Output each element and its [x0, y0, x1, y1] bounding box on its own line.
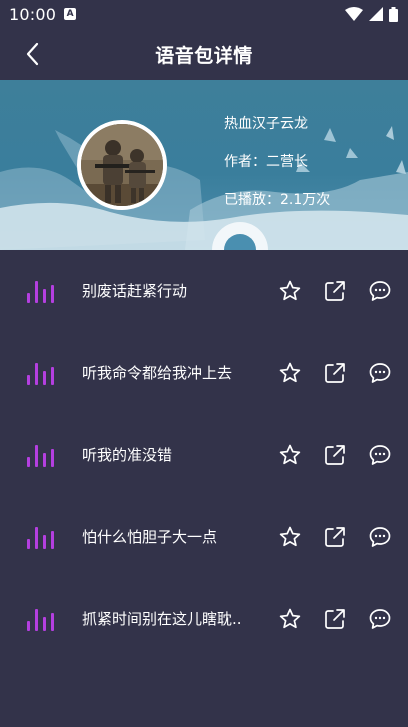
status-time: 10:00 [9, 4, 57, 24]
sound-wave-icon[interactable] [26, 361, 54, 385]
sound-wave-icon[interactable] [26, 525, 54, 549]
page-title: 语音包详情 [155, 44, 253, 67]
share-icon[interactable] [323, 361, 347, 385]
track-title: 听我命令都给我冲上去 [82, 364, 233, 382]
sound-wave-icon[interactable] [26, 279, 54, 303]
comment-icon[interactable] [368, 361, 392, 385]
track-row[interactable]: 听我命令都给我冲上去 [0, 332, 408, 414]
battery-icon [389, 6, 398, 22]
pack-avatar [77, 120, 167, 210]
star-icon[interactable] [278, 525, 302, 549]
star-icon[interactable] [278, 361, 302, 385]
share-icon[interactable] [323, 525, 347, 549]
pack-author: 作者：二营长 [224, 154, 308, 170]
status-bar: 10:00 A [0, 0, 408, 28]
status-left: 10:00 A [9, 4, 77, 24]
app-bar: 语音包详情 [0, 28, 408, 80]
pack-header: 热血汉子云龙 作者：二营长 已播放：2.1万次 [0, 80, 408, 250]
star-icon[interactable] [278, 279, 302, 303]
chevron-left-icon [26, 42, 39, 66]
comment-icon[interactable] [368, 607, 392, 631]
notification-icon: A [64, 8, 77, 20]
track-title: 抓紧时间别在这儿瞎耽.. [82, 610, 242, 628]
signal-icon [369, 7, 383, 21]
sound-wave-icon[interactable] [26, 443, 54, 467]
pack-name: 热血汉子云龙 [224, 116, 308, 132]
track-title: 怕什么怕胆子大一点 [82, 528, 218, 546]
star-icon[interactable] [278, 443, 302, 467]
share-icon[interactable] [323, 607, 347, 631]
track-row[interactable]: 别废话赶紧行动 [0, 250, 408, 332]
header-background-art [0, 126, 408, 250]
share-icon[interactable] [323, 279, 347, 303]
status-right [345, 6, 398, 22]
pack-info: 热血汉子云龙 作者：二营长 已播放：2.1万次 [224, 114, 330, 228]
comment-icon[interactable] [368, 525, 392, 549]
track-list: 别废话赶紧行动 听我命令都给我冲上去 听我的准没错 怕什么怕胆子大一点 抓紧时间… [0, 250, 408, 660]
sound-wave-icon[interactable] [26, 607, 54, 631]
track-title: 别废话赶紧行动 [82, 282, 188, 300]
track-row[interactable]: 抓紧时间别在这儿瞎耽.. [0, 578, 408, 660]
soldiers-image-icon [81, 124, 163, 206]
comment-icon[interactable] [368, 279, 392, 303]
comment-icon[interactable] [368, 443, 392, 467]
pack-plays: 已播放：2.1万次 [224, 192, 331, 208]
wifi-icon [345, 7, 363, 21]
track-row[interactable]: 怕什么怕胆子大一点 [0, 496, 408, 578]
star-icon[interactable] [278, 607, 302, 631]
track-title: 听我的准没错 [82, 446, 173, 464]
share-icon[interactable] [323, 443, 347, 467]
back-button[interactable] [18, 40, 46, 68]
track-row[interactable]: 听我的准没错 [0, 414, 408, 496]
